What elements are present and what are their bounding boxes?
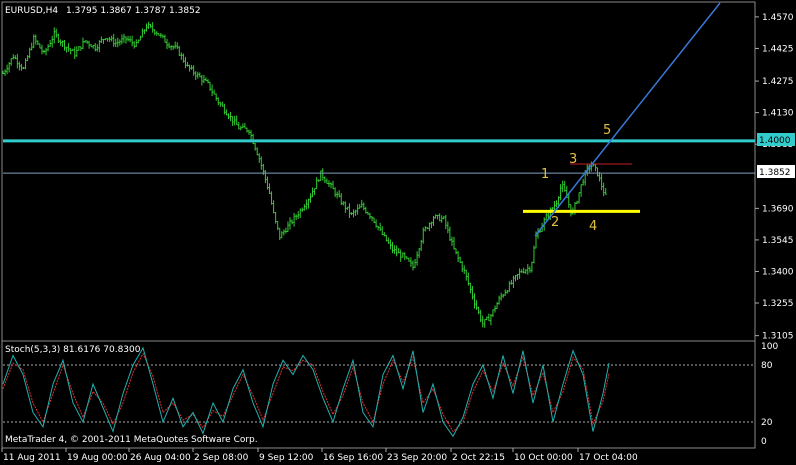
- price-tick-label: 1.3400: [762, 267, 794, 277]
- chart-canvas[interactable]: 1.45701.44251.42751.41301.39851.36901.35…: [0, 0, 796, 465]
- price-tick-label: 1.3255: [762, 299, 794, 309]
- main-chart-frame: [1, 1, 756, 342]
- indicator-frame: [1, 340, 756, 449]
- stochastic-level-label: 100: [761, 342, 778, 352]
- stochastic-level-label: 80: [761, 361, 773, 371]
- wave-label-3: 3: [569, 152, 577, 167]
- price-tick-label: 1.4275: [762, 77, 794, 87]
- current-price-label: 1.3852: [759, 168, 791, 178]
- time-tick-label: 2 Oct 22:15: [452, 453, 505, 463]
- price-tick-label: 1.3105: [762, 332, 794, 342]
- stochastic-signal-line: [2, 352, 610, 433]
- time-tick-label: 23 Sep 20:00: [387, 453, 447, 463]
- stochastic-label: Stoch(5,3,3) 81.6176 70.8300: [5, 345, 141, 355]
- time-tick-label: 19 Aug 00:00: [67, 453, 128, 463]
- stochastic-level-label: 20: [761, 418, 773, 428]
- copyright-label: MetaTrader 4, © 2001-2011 MetaQuotes Sof…: [5, 435, 258, 445]
- time-tick-label: 10 Oct 00:00: [514, 453, 573, 463]
- price-tick-label: 1.4570: [762, 13, 794, 23]
- stochastic-levels: 100 80 20 0: [3, 342, 778, 447]
- ohlc-values: 1.3795 1.3867 1.3787 1.3852: [66, 6, 201, 16]
- time-tick-label: 16 Sep 16:00: [323, 453, 383, 463]
- wave-label-4: 4: [589, 219, 597, 234]
- price-tick-label: 1.4130: [762, 109, 794, 119]
- time-tick-label: 17 Oct 04:00: [579, 453, 638, 463]
- price-bars: [2, 21, 607, 328]
- stochastic-level-label: 0: [761, 437, 767, 447]
- price-tick-label: 1.3690: [762, 204, 794, 214]
- wave-label-2: 2: [551, 215, 559, 230]
- time-axis: 11 Aug 2011 19 Aug 00:00 26 Aug 04:00 2 Sep…: [1, 448, 638, 463]
- time-tick-label: 26 Aug 04:00: [130, 453, 191, 463]
- resistance-price-label: 1.4000: [759, 136, 791, 146]
- time-tick-label: 11 Aug 2011: [3, 453, 61, 463]
- time-tick-label: 2 Sep 08:00: [194, 453, 249, 463]
- wave-label-1: 1: [541, 167, 549, 182]
- symbol-label: EURUSD,H4: [5, 6, 58, 16]
- time-tick-label: 9 Sep 12:00: [259, 453, 314, 463]
- trend-line[interactable]: [534, 2, 721, 237]
- price-tick-label: 1.3545: [762, 236, 794, 246]
- price-tick-label: 1.4425: [762, 44, 794, 54]
- wave-label-5: 5: [603, 123, 611, 138]
